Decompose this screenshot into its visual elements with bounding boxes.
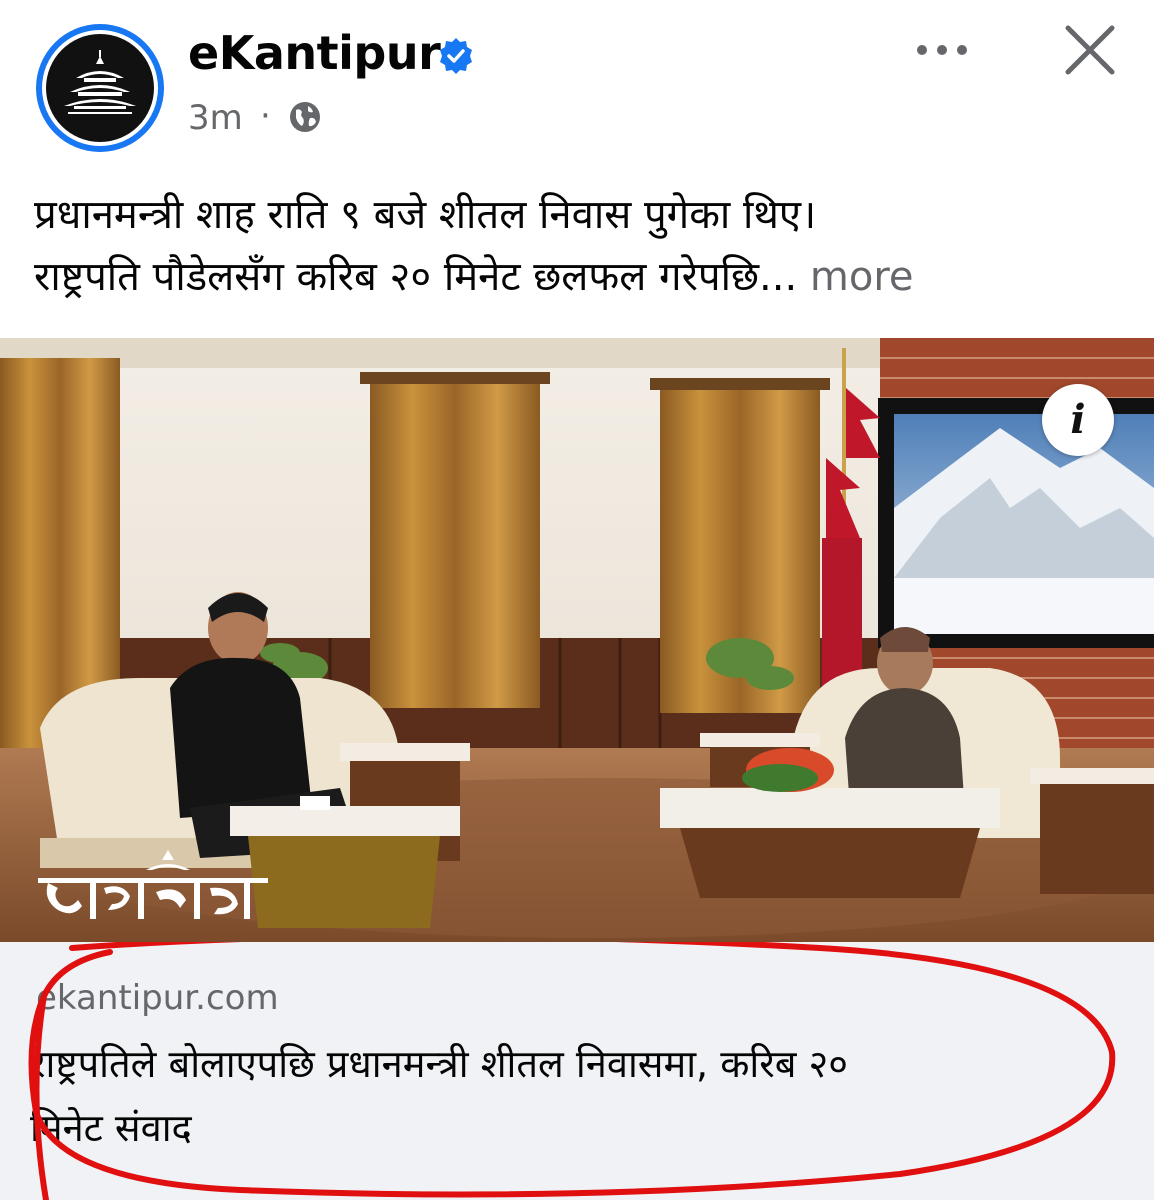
caption-line-2: राष्ट्रपति पौडेलसँग करिब २० मिनेट छलफल ग… [34,246,1124,308]
close-icon[interactable] [1060,20,1120,80]
caption-line-1: प्रधानमन्त्री शाह राति ९ बजे शीतल निवास … [34,192,817,238]
kantipur-watermark-logo [38,850,268,919]
verified-badge-icon [440,38,472,74]
post-photo[interactable]: i [0,338,1154,942]
post-header: eKantipur 3m · [0,0,1154,160]
globe-icon [290,102,320,132]
more-options-icon[interactable] [912,30,972,70]
post-timestamp[interactable]: 3m [188,98,243,138]
link-preview-card[interactable]: ekantipur.com राष्ट्रपतिले बोलाएपछि प्रध… [0,942,1154,1200]
link-title-line-1: राष्ट्रपतिले बोलाएपछि प्रधानमन्त्री शीतल… [30,1042,849,1086]
page-avatar[interactable] [36,24,164,152]
link-title: राष्ट्रपतिले बोलाएपछि प्रधानमन्त्री शीतल… [30,1032,1110,1160]
page-name[interactable]: eKantipur [188,26,441,80]
kantipur-logo-icon [64,50,136,114]
info-button[interactable]: i [1042,384,1114,456]
link-domain: ekantipur.com [36,978,279,1018]
caption-line-2-text: राष्ट्रपति पौडेलसँग करिब २० मिनेट छलफल ग… [34,254,798,300]
see-more-link[interactable]: more [810,254,914,300]
meta-separator: · [260,96,271,136]
link-title-line-2: मिनेट संवाद [30,1106,192,1150]
facebook-post: eKantipur 3m · प्रधानमन्त्री शाह राति ९ … [0,0,1154,1200]
post-caption: प्रधानमन्त्री शाह राति ९ बजे शीतल निवास … [34,184,1124,308]
